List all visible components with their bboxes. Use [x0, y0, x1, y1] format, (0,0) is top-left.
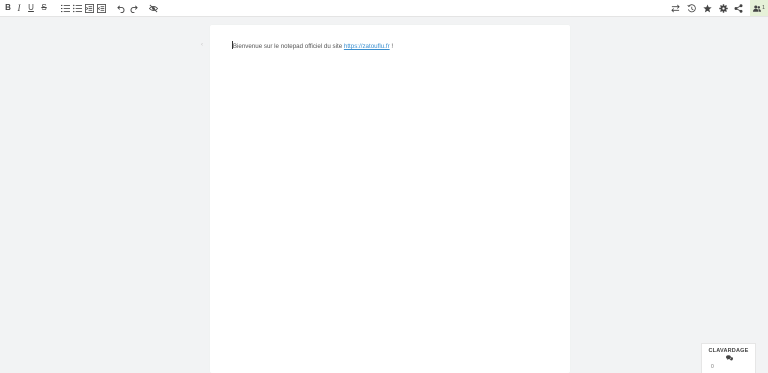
- share-button[interactable]: [732, 2, 744, 14]
- document-link[interactable]: https://zatouflu.fr: [344, 43, 390, 50]
- users-count: 1: [762, 5, 765, 11]
- history-button[interactable]: [685, 2, 697, 14]
- star-icon: [702, 3, 712, 12]
- users-button[interactable]: 1: [750, 0, 768, 16]
- chat-bubbles-icon: [726, 355, 733, 361]
- outdent-icon: [96, 3, 106, 13]
- ordered-list-icon: [60, 4, 70, 12]
- document-text-intro: Bienvenue sur le notepad officiel du sit…: [232, 43, 344, 50]
- document-text-end: !: [389, 43, 394, 50]
- strikethrough-button[interactable]: S: [38, 2, 50, 14]
- settings-button[interactable]: [717, 2, 729, 14]
- gear-icon: [718, 3, 728, 13]
- chat-title: CLAVARDAGE: [708, 348, 749, 354]
- document-text[interactable]: Bienvenue sur le notepad officiel du sit…: [232, 41, 393, 50]
- redo-icon: [130, 4, 138, 13]
- import-export-button[interactable]: [669, 2, 681, 14]
- italic-button[interactable]: I: [13, 2, 25, 14]
- chat-count: 0: [711, 364, 714, 370]
- chat-panel[interactable]: CLAVARDAGE 0: [701, 343, 756, 373]
- underline-button[interactable]: U: [25, 2, 37, 14]
- import-export-icon: [670, 4, 680, 12]
- document-page[interactable]: Bienvenue sur le notepad officiel du sit…: [210, 25, 570, 373]
- gutter-collapse-toggle[interactable]: ‹: [201, 42, 203, 48]
- outdent-button[interactable]: [95, 2, 107, 14]
- unordered-list-button[interactable]: [71, 2, 83, 14]
- toolbar: B I U S 1: [0, 0, 768, 17]
- undo-icon: [116, 4, 124, 13]
- hide-formatting-button[interactable]: [147, 2, 159, 14]
- unordered-list-icon: [72, 4, 82, 12]
- share-icon: [734, 3, 742, 13]
- undo-button[interactable]: [115, 2, 127, 14]
- redo-button[interactable]: [127, 2, 139, 14]
- users-icon: [753, 5, 762, 12]
- indent-icon: [84, 3, 94, 13]
- history-icon: [686, 3, 696, 12]
- favorite-button[interactable]: [701, 2, 713, 14]
- hide-icon: [148, 4, 158, 12]
- ordered-list-button[interactable]: [59, 2, 71, 14]
- indent-button[interactable]: [83, 2, 95, 14]
